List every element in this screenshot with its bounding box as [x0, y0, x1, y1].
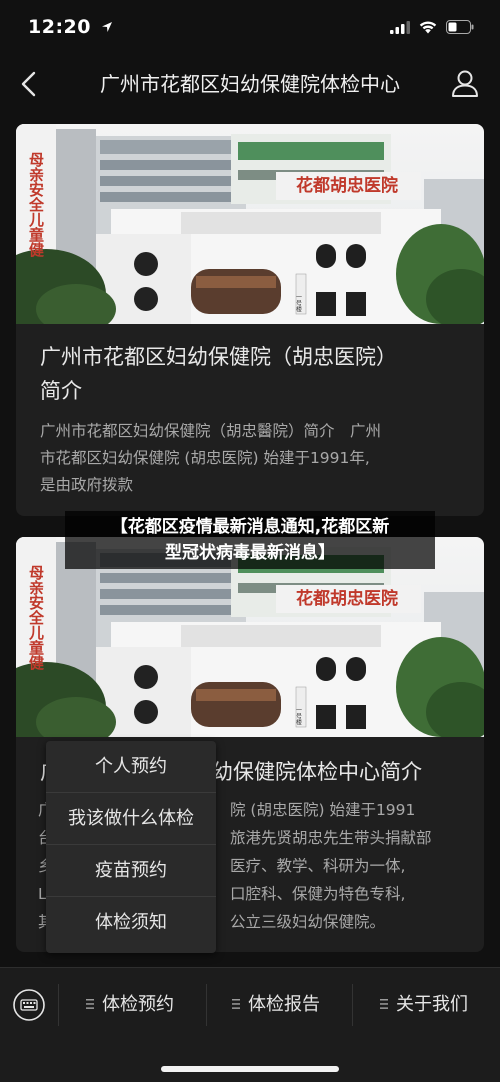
banner-slogan-text: 母亲安全儿童健 [27, 565, 45, 671]
divider [206, 984, 207, 1026]
menu-item-which-checkup[interactable]: 我该做什么体检 [46, 793, 216, 845]
home-indicator[interactable] [161, 1066, 339, 1072]
submenu-popup: 个人预约 我该做什么体检 疫苗预约 体检须知 [46, 741, 216, 953]
status-bar: 12:20 [0, 0, 500, 58]
card-title-line: 简介 [40, 379, 82, 403]
headline-overlay: 【花都区疫情最新消息通知,花都区新 型冠状病毒最新消息】 [65, 511, 435, 569]
card-desc-line: 旅港先贤胡忠先生带头捐献部 [230, 829, 432, 847]
keyboard-icon[interactable] [12, 988, 46, 1022]
card-title-line: 广州市花都区妇幼保健院（胡忠医院） [40, 345, 397, 369]
menu-item-checkup-notice[interactable]: 体检须知 [46, 897, 216, 949]
building-sign-text: 花都胡忠医院 [296, 588, 398, 609]
card-title: 幼保健院体检中心简介 [212, 760, 422, 784]
card-desc-line: 市花都区妇幼保健院 (胡忠医院) 始建于1991年, [40, 449, 370, 467]
card-title: 广州市花都区妇幼保健院（胡忠医院） 简介 [40, 340, 460, 408]
wifi-icon [419, 21, 437, 33]
card-description: 院 (胡忠医院) 始建于1991 旅港先贤胡忠先生带头捐献部 医疗、教学、科研为… [230, 796, 466, 936]
tab-label: 体检报告 [248, 994, 320, 1015]
tab-about-us[interactable]: 关于我们 [380, 988, 468, 1022]
building-sign-text: 花都胡忠医院 [296, 175, 398, 196]
card-desc-line: 广州市花都区妇幼保健院（胡忠醫院）简介 广州 [40, 422, 382, 440]
user-profile-icon[interactable] [450, 68, 480, 98]
status-time-text: 12:20 [28, 16, 91, 38]
page-title: 广州市花都区妇幼保健院体检中心 [100, 72, 400, 96]
cellular-signal-icon [390, 20, 410, 34]
divider [352, 984, 353, 1026]
card-desc-line: 公立三级妇幼保健院。 [230, 913, 386, 931]
menu-item-personal-appointment[interactable]: 个人预约 [46, 741, 216, 793]
location-arrow-icon [102, 22, 113, 32]
menu-lines-icon [380, 999, 388, 1009]
card-desc-line: 医疗、教学、科研为一体, [230, 857, 406, 875]
nav-bar: 广州市花都区妇幼保健院体检中心 [0, 58, 500, 110]
card-desc-line: 口腔科、保健为特色专科, [230, 885, 406, 903]
tab-checkup-report[interactable]: 体检报告 [232, 988, 320, 1022]
menu-lines-icon [86, 999, 94, 1009]
headline-line: 【花都区疫情最新消息通知,花都区新 [110, 517, 390, 537]
tab-label: 体检预约 [102, 994, 174, 1015]
divider [58, 984, 59, 1026]
building-plate-text: 一号楼 [295, 294, 302, 313]
tab-label: 关于我们 [396, 994, 468, 1015]
battery-icon [446, 20, 474, 34]
banner-slogan-text: 母亲安全儿童健 [27, 152, 45, 258]
headline-line: 型冠状病毒最新消息】 [165, 543, 335, 563]
tab-checkup-appointment[interactable]: 体检预约 [86, 988, 174, 1022]
building-plate-text: 一号楼 [295, 707, 302, 726]
menu-lines-icon [232, 999, 240, 1009]
card-desc-line: 是由政府拨款 [40, 476, 134, 494]
bottom-menu-bar: 体检预约 体检报告 关于我们 [0, 967, 500, 1082]
card-desc-line: 院 (胡忠医院) 始建于1991 [230, 801, 416, 819]
hospital-photo: 花都胡忠医院 母亲安全儿童健 一号楼 [16, 124, 484, 324]
menu-item-vaccine-appointment[interactable]: 疫苗预约 [46, 845, 216, 897]
back-chevron-icon[interactable] [14, 66, 46, 102]
card-description: 广州市花都区妇幼保健院（胡忠醫院）简介 广州 市花都区妇幼保健院 (胡忠医院) … [40, 418, 466, 499]
status-time: 12:20 [28, 16, 113, 38]
article-card-1[interactable]: 花都胡忠医院 母亲安全儿童健 一号楼 广州市花都区妇幼保健院（胡忠医院） 简介 … [16, 124, 484, 516]
status-indicators [390, 20, 474, 34]
